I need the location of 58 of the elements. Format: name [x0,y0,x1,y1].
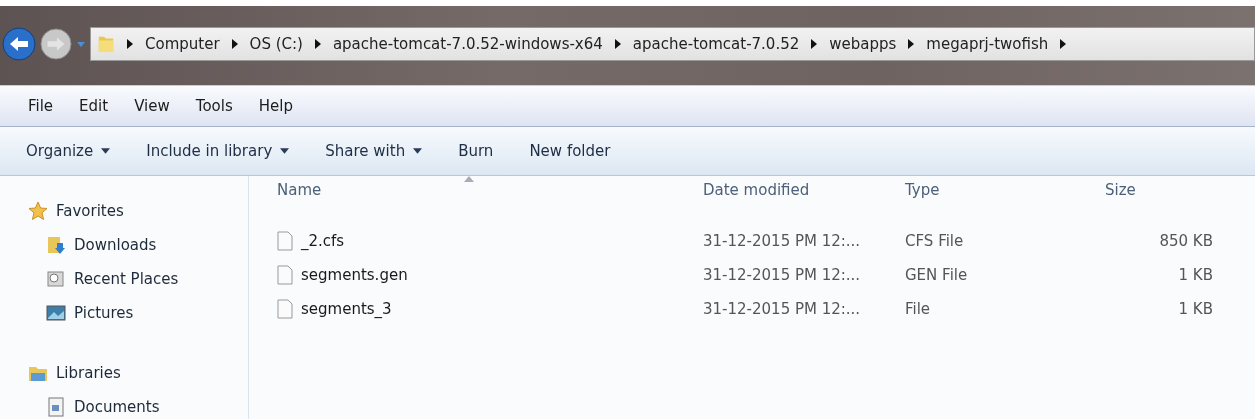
table-cell-text: GEN File [904,266,969,284]
back-button[interactable] [2,26,36,61]
sidebar-item[interactable]: Libraries [28,356,248,390]
table-cell-text: 1 KB [1177,266,1213,284]
toolbar-button[interactable]: New folder [525,140,615,162]
toolbar-button[interactable]: Include in library [142,140,294,162]
chevron-icon [811,38,818,49]
sidebar-item[interactable]: Documents [28,390,248,419]
caret-icon [101,148,111,154]
caret-icon [413,148,423,154]
chevron-icon [908,38,915,49]
table-cell-text: 31-12-2015 PM 12:... [702,300,862,318]
chevron-icon [1060,38,1067,49]
breadcrumb[interactable]: webapps [829,34,897,53]
toolbar-button[interactable]: Organize [22,140,115,162]
table-cell-text: 31-12-2015 PM 12:... [702,232,862,250]
chevron-icon [231,38,238,49]
sidebar-item[interactable]: Pictures [28,296,248,330]
file-icon [277,299,293,319]
chevron-icon [614,38,621,49]
chevron-icon [127,38,133,49]
toolbar-button[interactable]: Share with [321,140,427,162]
sidebar-item[interactable]: Downloads [28,228,248,262]
table-cell-text: 850 KB [1158,232,1213,250]
table-cell-text: CFS File [904,232,965,250]
file-icon [277,265,293,285]
column-header[interactable]: Size [1101,181,1213,199]
column-header[interactable]: Name [249,181,699,199]
sidebar-item[interactable]: Favorites [28,194,248,228]
breadcrumb[interactable]: apache-tomcat-7.0.52-windows-x64 [332,34,603,53]
table-cell-text: 1 KB [1177,300,1213,318]
toolbar-button[interactable]: Burn [454,140,498,162]
file-icon [277,231,293,251]
breadcrumb[interactable]: Computer [145,34,220,53]
forward-button[interactable] [40,27,72,60]
menu-item[interactable]: Tools [195,97,233,115]
table-cell-text: 31-12-2015 PM 12:... [702,266,862,284]
file-name[interactable]: segments.gen [301,266,408,284]
file-name[interactable]: _2.cfs [301,232,345,250]
menu-item[interactable]: File [28,97,54,115]
file-name[interactable]: segments_3 [301,300,392,318]
column-header[interactable]: Type [901,181,1101,199]
column-header[interactable]: Date modified [699,181,901,199]
table-cell-text: File [904,300,932,318]
caret-icon [280,148,290,154]
address-bar[interactable]: Computer OS (C:) apache-tomcat-7.0.52-windows-x64 apache-tomcat-7.0.52 webapps megaprj-twofish [90,26,1255,61]
menu-item[interactable]: View [134,97,170,115]
pictures-icon [46,303,66,323]
download-folder-icon [46,235,66,255]
sidebar-item[interactable]: Recent Places [28,262,248,296]
recent-places-icon [46,269,66,289]
breadcrumb[interactable]: OS (C:) [249,34,303,53]
star-icon [28,201,48,221]
chevron-icon [314,38,321,49]
breadcrumb[interactable]: megaprj-twofish [926,34,1049,53]
menu-item[interactable]: Edit [79,97,109,115]
menu-item[interactable]: Help [258,97,293,115]
breadcrumb[interactable]: apache-tomcat-7.0.52 [632,34,800,53]
